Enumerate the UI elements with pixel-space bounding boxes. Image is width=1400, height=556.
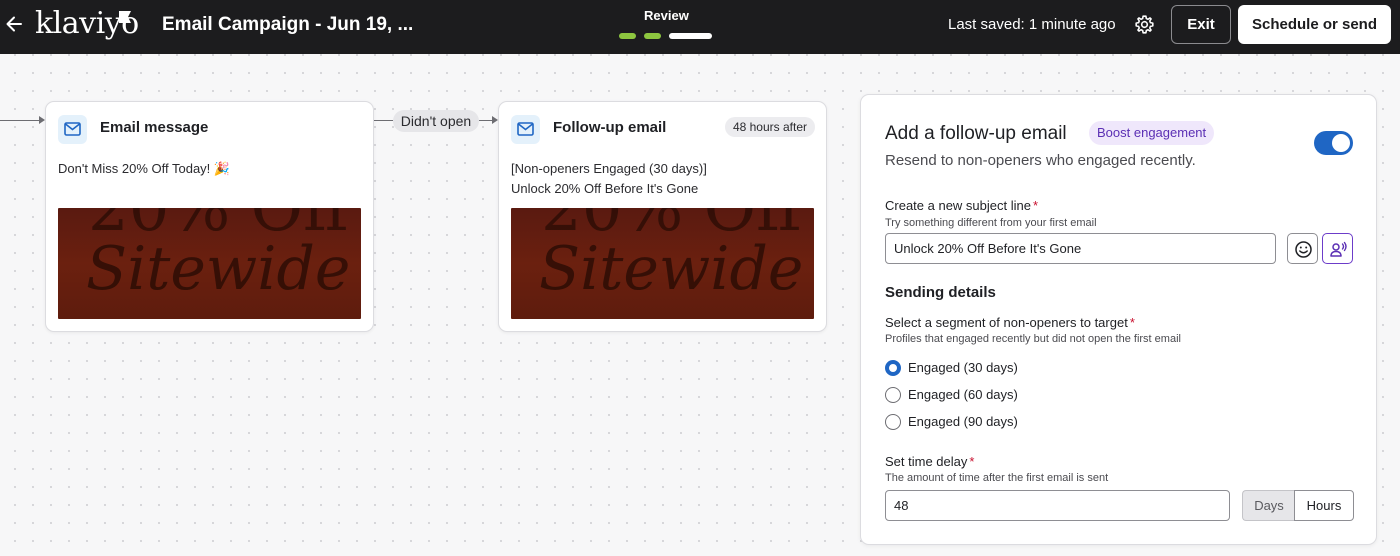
- progress-step-3: [669, 33, 712, 39]
- connector-line: [479, 120, 493, 121]
- time-delay-input[interactable]: [885, 490, 1230, 521]
- delay-unit-selector: Days Hours: [1242, 490, 1354, 521]
- email-icon: [64, 122, 81, 136]
- progress-step-2: [644, 33, 661, 39]
- campaign-title[interactable]: Email Campaign - Jun 19, ...: [162, 14, 413, 36]
- review-step-label: Review: [644, 8, 689, 23]
- radio-unchecked[interactable]: [885, 387, 901, 403]
- radio-checked[interactable]: [885, 360, 901, 376]
- unit-days-option[interactable]: Days: [1242, 490, 1295, 521]
- delay-field-hint: The amount of time after the first email…: [885, 472, 1109, 484]
- follow-up-toggle[interactable]: [1314, 131, 1353, 155]
- panel-title: Add a follow-up email: [885, 123, 1067, 144]
- follow-up-email-node[interactable]: Follow-up email 48 hours after [Non-open…: [498, 101, 827, 332]
- delay-label-text: Set time delay: [885, 454, 968, 469]
- email-preview-image: 20% Off Sitewide: [511, 208, 814, 319]
- schedule-or-send-button[interactable]: Schedule or send: [1238, 5, 1391, 44]
- toggle-knob: [1332, 134, 1350, 152]
- preview-text-bottom: Sitewide: [86, 234, 351, 304]
- klaviyo-flag-icon: [119, 11, 131, 23]
- email-message-node[interactable]: Email message Don't Miss 20% Off Today! …: [45, 101, 374, 332]
- sending-details-heading: Sending details: [885, 284, 996, 301]
- segment-field-label: Select a segment of non-openers to targe…: [885, 315, 1135, 330]
- required-asterisk: *: [969, 454, 975, 469]
- email-preview-image: 20% Off Sitewide: [58, 208, 361, 319]
- node-subject-prefix: [Non-openers Engaged (30 days)]: [511, 161, 707, 176]
- email-node-icon-box: [58, 115, 87, 144]
- email-node-icon-box: [511, 115, 540, 144]
- emoji-icon: [1295, 241, 1312, 258]
- delay-field-label: Set time delay *: [885, 454, 974, 469]
- follow-up-settings-panel: Add a follow-up email Boost engagement R…: [860, 94, 1377, 545]
- email-icon: [517, 122, 534, 136]
- unit-hours-option[interactable]: Hours: [1294, 490, 1354, 521]
- connector-line: [374, 120, 393, 121]
- subject-field-hint: Try something different from your first …: [885, 217, 1097, 229]
- node-subject-text: Unlock 20% Off Before It's Gone: [511, 181, 699, 196]
- panel-subtitle: Resend to non-openers who engaged recent…: [885, 152, 1196, 169]
- radio-label: Engaged (30 days): [908, 360, 1018, 375]
- settings-gear-icon[interactable]: [1134, 14, 1155, 35]
- ai-personalize-icon: [1330, 241, 1347, 257]
- segment-field-hint: Profiles that engaged recently but did n…: [885, 333, 1181, 345]
- ai-personalize-button[interactable]: [1322, 233, 1353, 264]
- emoji-picker-button[interactable]: [1287, 233, 1318, 264]
- subject-field-label: Create a new subject line *: [885, 198, 1038, 213]
- exit-button[interactable]: Exit: [1171, 5, 1231, 44]
- segment-label-text: Select a segment of non-openers to targe…: [885, 315, 1128, 330]
- didnt-open-condition[interactable]: Didn't open: [393, 110, 479, 132]
- required-asterisk: *: [1032, 198, 1039, 213]
- required-asterisk: *: [1129, 315, 1135, 330]
- incoming-connector: [0, 120, 40, 121]
- radio-label: Engaged (60 days): [908, 387, 1018, 402]
- subject-label-text: Create a new subject line: [885, 198, 1031, 213]
- back-arrow-icon[interactable]: [4, 13, 24, 35]
- delay-badge: 48 hours after: [724, 117, 815, 137]
- preview-text-bottom: Sitewide: [539, 234, 804, 304]
- node-subject-line: [Non-openers Engaged (30 days)] Unlock 2…: [511, 159, 707, 199]
- radio-label: Engaged (90 days): [908, 414, 1018, 429]
- subject-line-input[interactable]: [885, 233, 1276, 264]
- last-saved-status: Last saved: 1 minute ago: [948, 16, 1116, 33]
- boost-engagement-badge: Boost engagement: [1089, 121, 1215, 145]
- radio-unchecked[interactable]: [885, 414, 901, 430]
- top-bar: klaviyo Email Campaign - Jun 19, ... Rev…: [0, 0, 1400, 54]
- progress-step-1: [619, 33, 636, 39]
- node-subject-line: Don't Miss 20% Off Today! 🎉: [58, 161, 231, 176]
- node-title: Email message: [100, 119, 209, 136]
- node-title: Follow-up email: [553, 119, 667, 136]
